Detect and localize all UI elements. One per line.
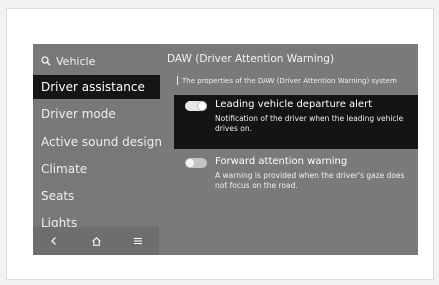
menu-icon[interactable]	[123, 229, 153, 253]
sidebar-item-driver-assistance[interactable]: Driver assistance	[33, 75, 160, 99]
search-label: Vehicle	[56, 54, 96, 68]
search-row[interactable]: Vehicle	[41, 53, 95, 69]
infotainment-screen: Vehicle Driver assistance Driver mode Ac…	[33, 44, 418, 255]
option-description-forward-attention-warning: A warning is provided when the driver's …	[215, 171, 405, 190]
panel-description: The properties of the DAW (Driver Attent…	[177, 76, 397, 85]
leading-vehicle-departure-alert-toggle[interactable]	[185, 101, 207, 111]
home-icon[interactable]	[81, 229, 111, 253]
panel-title: DAW (Driver Attention Warning)	[167, 53, 335, 65]
bottom-navigation-bar	[33, 227, 159, 255]
sidebar-item-active-sound-design[interactable]: Active sound design	[33, 130, 162, 154]
sidebar-item-seats[interactable]: Seats	[33, 184, 159, 208]
forward-attention-warning-toggle[interactable]	[185, 158, 207, 168]
description-divider	[177, 76, 178, 85]
option-title-leading-vehicle-departure-alert[interactable]: Leading vehicle departure alert	[215, 99, 372, 110]
sidebar-item-driver-mode[interactable]: Driver mode	[33, 102, 159, 126]
settings-sidebar: Vehicle Driver assistance Driver mode Ac…	[33, 44, 162, 255]
option-description-leading-vehicle-departure-alert: Notification of the driver when the lead…	[215, 114, 404, 133]
panel-description-text: The properties of the DAW (Driver Attent…	[182, 76, 397, 85]
search-icon	[41, 56, 51, 66]
sidebar-item-climate[interactable]: Climate	[33, 157, 159, 181]
back-icon[interactable]	[39, 229, 69, 253]
toggle-knob	[198, 102, 206, 110]
option-title-forward-attention-warning[interactable]: Forward attention warning	[215, 156, 347, 167]
toggle-knob	[186, 159, 194, 167]
